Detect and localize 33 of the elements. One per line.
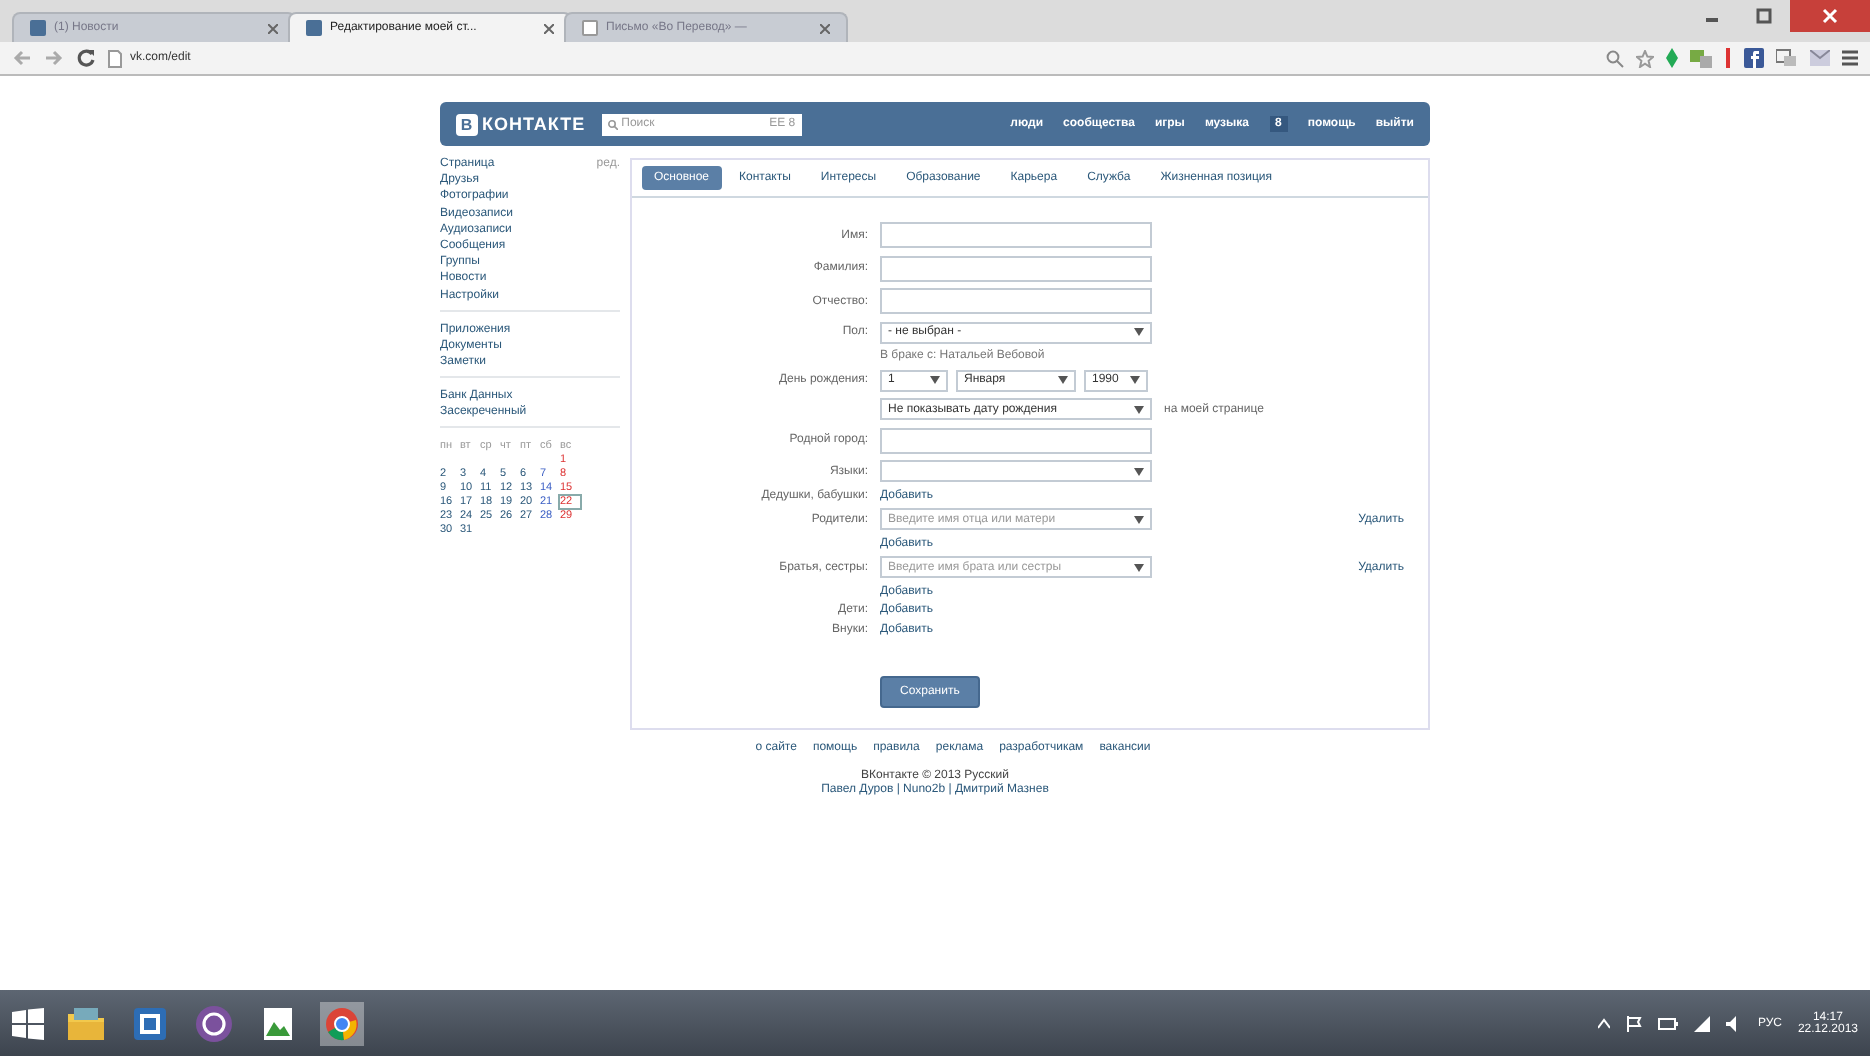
search-icon [607,119,618,129]
close-icon[interactable] [544,23,554,33]
input-field[interactable] [880,288,1152,314]
caret-icon [1134,563,1144,571]
input-field[interactable] [880,222,1152,248]
caret-icon [1134,328,1144,336]
site-icon [30,20,46,36]
search-icon[interactable] [1606,49,1624,67]
site-icon [306,20,322,36]
reload-icon[interactable] [76,48,96,68]
battery-icon[interactable] [1657,1017,1678,1029]
caret-icon [1130,376,1140,384]
caret-icon [930,376,940,384]
browser-icon[interactable] [320,1001,364,1045]
input-field[interactable] [880,427,1152,453]
windows-logo-icon[interactable] [12,1007,44,1039]
close-icon[interactable] [268,23,278,33]
page-icon [582,20,598,36]
flag-icon[interactable] [1625,1015,1642,1031]
input-field[interactable] [880,255,1152,281]
volume-icon[interactable] [1725,1015,1742,1031]
caret-icon [1134,515,1144,523]
star-icon[interactable] [1636,49,1654,67]
caret-icon [1134,467,1144,475]
logo-mark[interactable]: В [456,113,478,135]
menu-icon[interactable] [1842,50,1858,66]
facebook-icon[interactable] [1744,48,1764,68]
caret-icon [1058,376,1068,384]
close-icon[interactable] [820,23,830,33]
caret-icon [1134,405,1144,413]
page-icon [108,49,122,67]
network-icon[interactable] [1693,1015,1710,1031]
logo-text[interactable]: КОНТАКТЕ [482,114,586,134]
